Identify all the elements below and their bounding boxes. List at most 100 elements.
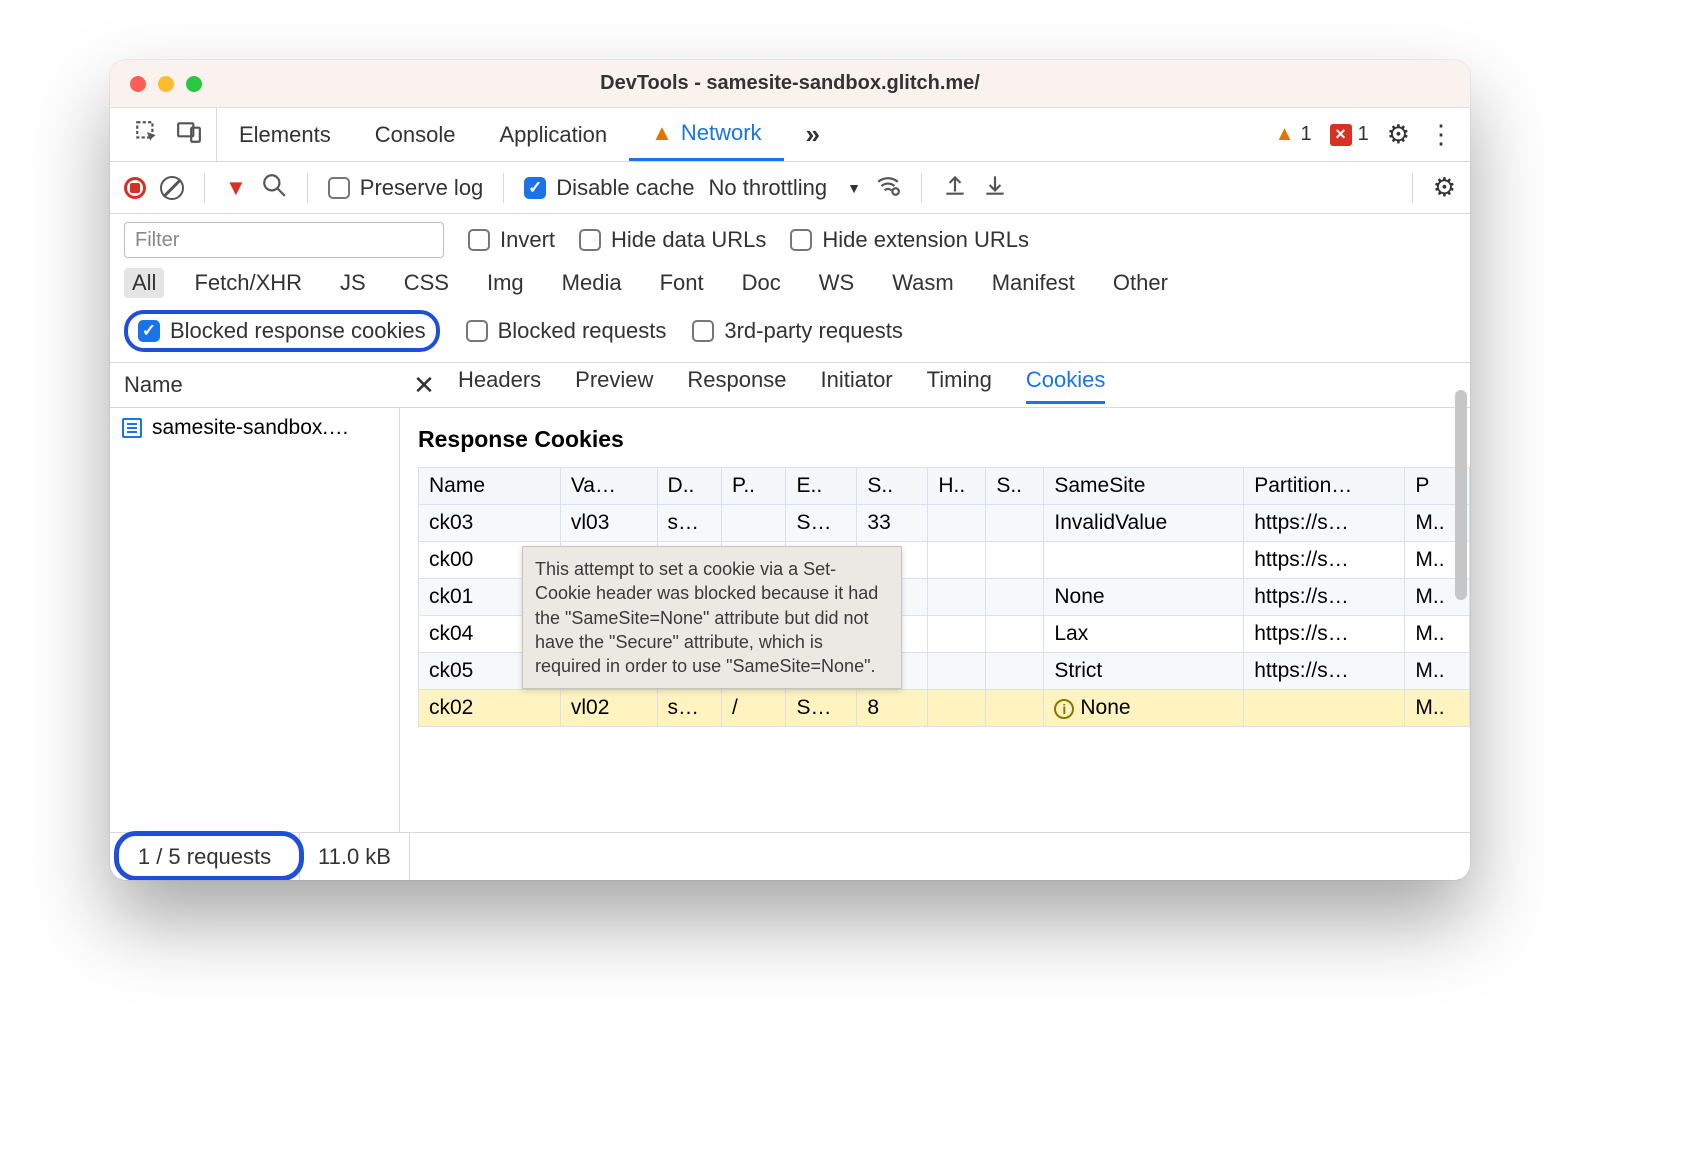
zoom-window-button[interactable] [186,76,202,92]
table-cell [986,690,1044,727]
type-ws[interactable]: WS [811,268,862,298]
clear-button[interactable] [160,176,184,200]
error-count[interactable]: 1 [1330,123,1369,146]
type-css[interactable]: CSS [396,268,457,298]
type-font[interactable]: Font [652,268,712,298]
detail-tab-response[interactable]: Response [687,367,786,404]
request-row[interactable]: samesite-sandbox.… [110,408,399,448]
highlight-blocked-cookies: Blocked response cookies [124,310,440,352]
col-domain[interactable]: D.. [657,468,721,505]
throttling-select[interactable]: No throttling ▼ [708,175,860,201]
col-size[interactable]: S.. [857,468,928,505]
filter-placeholder: Filter [135,229,179,252]
detail-tab-cookies[interactable]: Cookies [1026,367,1105,404]
type-all[interactable]: All [124,268,164,298]
invert-checkbox[interactable]: Invert [468,227,555,253]
disable-cache-label: Disable cache [556,175,694,201]
thirdparty-requests-checkbox[interactable]: 3rd-party requests [692,318,903,344]
close-detail-button[interactable]: ✕ [400,370,448,401]
warning-count-value: 1 [1300,123,1311,146]
type-img[interactable]: Img [479,268,532,298]
network-toolbar: ▼ Preserve log Disable cache No throttli… [110,162,1470,214]
type-media[interactable]: Media [554,268,630,298]
minimize-window-button[interactable] [158,76,174,92]
disable-cache-checkbox[interactable]: Disable cache [524,175,694,201]
error-count-value: 1 [1358,123,1369,146]
name-column-header[interactable]: Name [110,372,400,398]
warning-icon: ▲ [1275,123,1295,146]
type-doc[interactable]: Doc [734,268,789,298]
table-cell [986,542,1044,579]
detail-tab-strip: Headers Preview Response Initiator Timin… [448,367,1105,404]
close-window-button[interactable] [130,76,146,92]
table-cell: InvalidValue [1044,505,1244,542]
col-name[interactable]: Name [419,468,561,505]
type-manifest[interactable]: Manifest [984,268,1083,298]
search-icon[interactable] [261,172,287,204]
table-cell: M.. [1405,690,1470,727]
upload-har-icon[interactable] [942,172,968,204]
col-samesite[interactable]: SameSite [1044,468,1244,505]
table-row[interactable]: ck03vl03s…S…33InvalidValuehttps://s…M.. [419,505,1470,542]
table-row[interactable]: ck02vl02s…/S…8iNoneM.. [419,690,1470,727]
detail-tab-headers[interactable]: Headers [458,367,541,404]
table-cell [986,653,1044,690]
type-wasm[interactable]: Wasm [884,268,962,298]
table-cell [928,579,986,616]
type-fetchxhr[interactable]: Fetch/XHR [186,268,310,298]
blocked-cookies-label: Blocked response cookies [170,318,426,344]
col-expires[interactable]: E.. [786,468,857,505]
type-other[interactable]: Other [1105,268,1176,298]
hide-data-urls-checkbox[interactable]: Hide data URLs [579,227,766,253]
table-cell [986,616,1044,653]
filter-input[interactable]: Filter [124,222,444,258]
tab-elements[interactable]: Elements [217,108,353,161]
table-header-row: Name Va… D.. P.. E.. S.. H.. S.. SameSit… [419,468,1470,505]
kebab-menu-icon[interactable]: ⋮ [1428,119,1454,150]
table-cell [928,616,986,653]
type-js[interactable]: JS [332,268,374,298]
response-cookies-heading: Response Cookies [418,426,1470,453]
detail-tab-timing[interactable]: Timing [927,367,992,404]
scrollbar[interactable] [1455,390,1467,600]
table-cell: vl03 [560,505,657,542]
warning-count[interactable]: ▲ 1 [1275,123,1312,146]
resource-type-filters: All Fetch/XHR JS CSS Img Media Font Doc … [124,268,1456,298]
download-har-icon[interactable] [982,172,1008,204]
preserve-log-label: Preserve log [360,175,484,201]
device-toggle-icon[interactable] [176,119,202,151]
table-cell: / [722,690,786,727]
table-cell: 33 [857,505,928,542]
throttling-value: No throttling [708,175,827,201]
more-tabs-button[interactable]: » [784,108,842,161]
table-cell [1244,690,1405,727]
col-httponly[interactable]: H.. [928,468,986,505]
table-cell: s… [657,690,721,727]
table-cell: ck03 [419,505,561,542]
blocked-requests-checkbox[interactable]: Blocked requests [466,318,667,344]
settings-gear-icon[interactable]: ⚙ [1387,119,1410,150]
record-button[interactable] [124,177,146,199]
inspect-icon[interactable] [134,119,160,151]
table-cell [986,579,1044,616]
network-conditions-icon[interactable] [875,172,901,204]
table-cell: Lax [1044,616,1244,653]
hide-extension-urls-checkbox[interactable]: Hide extension URLs [790,227,1029,253]
filter-toggle-icon[interactable]: ▼ [225,175,247,201]
blocked-response-cookies-checkbox[interactable]: Blocked response cookies [138,318,426,344]
col-path[interactable]: P.. [722,468,786,505]
col-value[interactable]: Va… [560,468,657,505]
col-partition[interactable]: Partition… [1244,468,1405,505]
titlebar: DevTools - samesite-sandbox.glitch.me/ [110,60,1470,108]
tab-console[interactable]: Console [353,108,478,161]
detail-tab-initiator[interactable]: Initiator [820,367,892,404]
network-settings-icon[interactable]: ⚙ [1433,172,1456,203]
status-request-count: 1 / 5 requests [110,833,300,880]
tab-network[interactable]: ▲ Network [629,108,783,161]
col-secure[interactable]: S.. [986,468,1044,505]
detail-tab-preview[interactable]: Preview [575,367,653,404]
tab-application[interactable]: Application [477,108,629,161]
preserve-log-checkbox[interactable]: Preserve log [328,175,484,201]
table-cell: M.. [1405,616,1470,653]
table-cell [986,505,1044,542]
